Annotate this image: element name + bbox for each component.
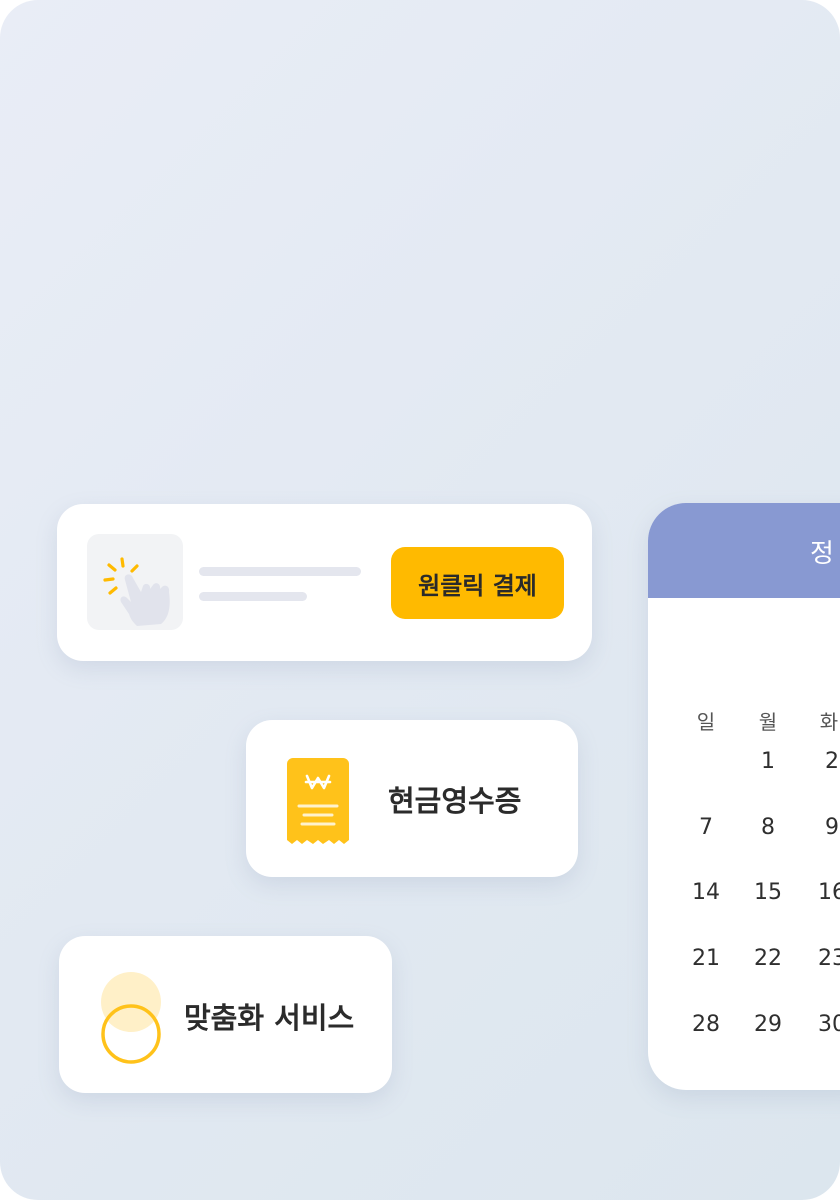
- weekday-mon: 월: [758, 710, 778, 734]
- calendar-day[interactable]: 21: [681, 946, 731, 971]
- calendar-card: 정 일 월 화 1 2 7 8 9 14 15 16 21 22 23 28 2…: [648, 503, 840, 1090]
- oneclick-pay-button[interactable]: 원클릭 결제: [391, 547, 564, 619]
- custom-service-label: 맞춤화 서비스: [184, 1001, 355, 1035]
- tap-hand-icon: [87, 534, 183, 630]
- cash-receipt-card: 현금영수증: [246, 720, 578, 877]
- calendar-day[interactable]: 15: [743, 880, 793, 905]
- calendar-title: 정: [810, 539, 834, 569]
- calendar-day[interactable]: 22: [743, 946, 793, 971]
- calendar-header: 정: [648, 503, 840, 598]
- calendar-day[interactable]: 8: [743, 815, 793, 840]
- promo-canvas: 원클릭 결제 현금영수증 맞춤화 서비스 정 일 월 화 1 2 7 8 9 1…: [0, 0, 840, 1200]
- calendar-day[interactable]: 30: [807, 1012, 840, 1037]
- weekday-tue: 화: [819, 710, 839, 734]
- calendar-day[interactable]: 2: [807, 749, 840, 774]
- receipt-icon: [287, 758, 349, 846]
- calendar-day[interactable]: 29: [743, 1012, 793, 1037]
- oneclick-payment-card: 원클릭 결제: [57, 504, 592, 661]
- calendar-day[interactable]: 7: [681, 815, 731, 840]
- cash-receipt-label: 현금영수증: [388, 784, 522, 818]
- calendar-day[interactable]: 16: [807, 880, 840, 905]
- calendar-day[interactable]: 1: [743, 749, 793, 774]
- calendar-day[interactable]: 9: [807, 815, 840, 840]
- placeholder-line-short: [199, 592, 307, 601]
- calendar-day[interactable]: 28: [681, 1012, 731, 1037]
- calendar-day[interactable]: 14: [681, 880, 731, 905]
- overlap-circles-icon: [99, 972, 165, 1068]
- custom-service-card: 맞춤화 서비스: [59, 936, 392, 1093]
- calendar-day[interactable]: 23: [807, 946, 840, 971]
- placeholder-line-long: [199, 567, 361, 576]
- weekday-sun: 일: [696, 710, 716, 734]
